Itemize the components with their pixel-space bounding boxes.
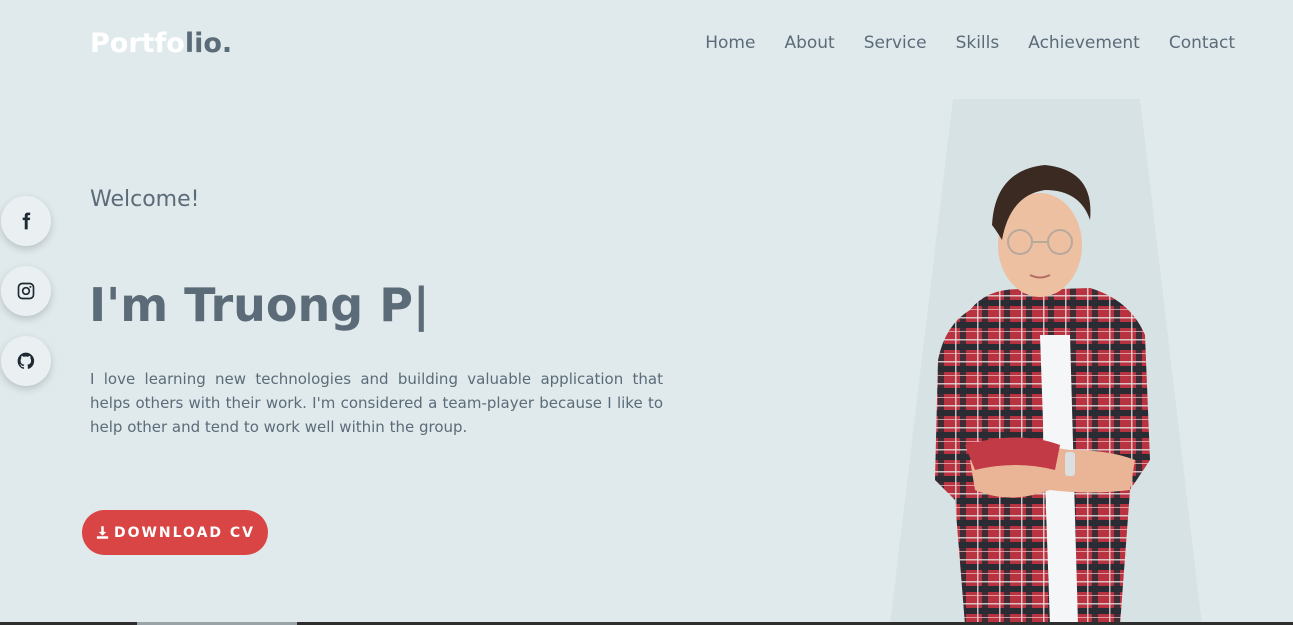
facebook-icon [22, 212, 31, 230]
main-nav: Home About Service Skills Achievement Co… [705, 33, 1235, 53]
nav-achievement[interactable]: Achievement [1028, 33, 1140, 53]
hero-description: I love learning new technologies and bui… [90, 370, 663, 436]
hero-name: I'm Truong P| [89, 278, 430, 332]
logo-part-1: Portfo [90, 28, 185, 59]
social-links [1, 196, 51, 386]
github-icon [17, 352, 35, 369]
nav-contact[interactable]: Contact [1169, 33, 1235, 53]
nav-home[interactable]: Home [705, 33, 755, 53]
site-header: Portfolio. Home About Service Skills Ach… [0, 0, 1293, 90]
nav-service[interactable]: Service [864, 33, 927, 53]
download-cv-button[interactable]: DOWNLOAD CV [82, 510, 268, 555]
welcome-text: Welcome! [90, 187, 200, 212]
logo[interactable]: Portfolio. [90, 28, 232, 59]
nav-skills[interactable]: Skills [956, 33, 1000, 53]
logo-part-2: lio. [184, 28, 233, 59]
nav-about[interactable]: About [784, 33, 834, 53]
instagram-button[interactable] [1, 266, 51, 316]
facebook-button[interactable] [1, 196, 51, 246]
download-cv-label: DOWNLOAD CV [113, 524, 256, 541]
download-icon [96, 526, 109, 539]
github-button[interactable] [1, 336, 51, 386]
instagram-icon [17, 282, 35, 300]
profile-photo [935, 165, 1150, 625]
